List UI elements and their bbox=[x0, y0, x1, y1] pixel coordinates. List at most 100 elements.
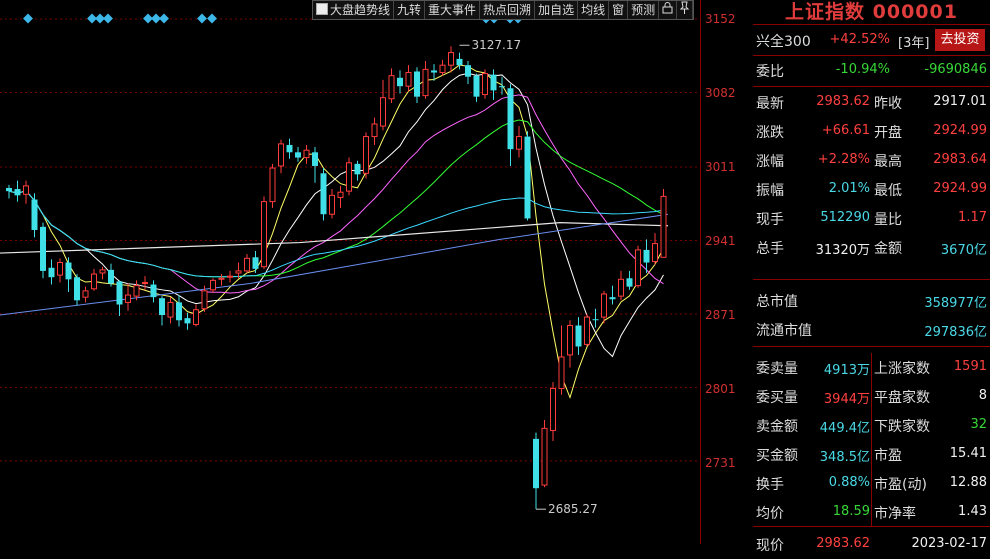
quote-value: 32 bbox=[970, 417, 987, 432]
chart-toolbar: 大盘趋势线 九转 重大事件 热点回溯 加自选 均线 窗 预测 bbox=[312, 0, 695, 20]
quote-label: 涨幅 bbox=[756, 154, 784, 170]
price-tick: 3082 bbox=[705, 86, 736, 100]
candle-body bbox=[184, 318, 191, 324]
candle-body bbox=[40, 226, 46, 271]
candle-body bbox=[286, 144, 293, 153]
quote-value: 4913万 bbox=[823, 363, 870, 378]
panel-divider bbox=[753, 86, 990, 87]
quote-value: 2917.01 bbox=[933, 94, 987, 109]
candle-body bbox=[116, 281, 123, 305]
toolbar-hot-review[interactable]: 热点回溯 bbox=[480, 1, 536, 19]
candle-body bbox=[142, 281, 148, 285]
quote-label: 总市值 bbox=[756, 294, 798, 310]
candle-body bbox=[660, 195, 667, 258]
toolbar-add-watchlist[interactable]: 加自选 bbox=[535, 1, 579, 19]
candle-body bbox=[312, 152, 318, 166]
candle-body bbox=[558, 356, 565, 389]
candle-body bbox=[626, 278, 633, 287]
quote-label: 买金额 bbox=[756, 448, 798, 464]
long-ma-line bbox=[0, 222, 669, 254]
quote-value: [3年] bbox=[898, 36, 930, 51]
candle-body bbox=[150, 284, 157, 298]
candle-body bbox=[269, 167, 276, 203]
candle-body bbox=[57, 262, 63, 276]
quote-row: 委比 -10.94% -9690846 bbox=[753, 56, 990, 85]
quote-value: 1.17 bbox=[958, 210, 987, 225]
candle-body bbox=[456, 58, 463, 66]
panel-divider bbox=[753, 526, 990, 527]
candlestick-chart[interactable]: 3127.17 2685.27 bbox=[0, 0, 700, 544]
price-tick: 2801 bbox=[705, 382, 736, 396]
quote-value: 12.88 bbox=[949, 475, 987, 490]
quote-value: 1591 bbox=[953, 359, 987, 374]
price-tick: 3011 bbox=[705, 160, 736, 174]
candle-body bbox=[303, 149, 310, 159]
candle-body bbox=[516, 136, 522, 150]
toolbar-trendline[interactable]: 大盘趋势线 bbox=[313, 1, 395, 19]
quote-label: 振幅 bbox=[756, 183, 784, 199]
chart-canvas[interactable]: 3127.17 2685.27 bbox=[0, 0, 700, 544]
toolbar-window[interactable]: 窗 bbox=[609, 1, 629, 19]
candle-body bbox=[652, 243, 658, 262]
quote-label: 开盘 bbox=[874, 125, 902, 141]
index-title: 上证指数 000001 bbox=[753, 0, 990, 25]
toolbar-major-events[interactable]: 重大事件 bbox=[425, 1, 481, 19]
quote-label: 均价 bbox=[756, 506, 784, 522]
candle-body bbox=[82, 290, 89, 298]
candle-body bbox=[422, 68, 429, 97]
quote-label: 涨跌 bbox=[756, 125, 784, 141]
quote-label: 委买量 bbox=[756, 390, 798, 406]
panel-divider bbox=[753, 55, 990, 56]
quote-label: 流通市值 bbox=[756, 323, 812, 339]
candle-body bbox=[91, 273, 97, 290]
pin-icon[interactable] bbox=[677, 1, 694, 19]
quote-value: 2.01% bbox=[828, 181, 870, 196]
toolbar-jiuzhuan[interactable]: 九转 bbox=[394, 1, 426, 19]
toolbar-forecast[interactable]: 预测 bbox=[628, 1, 660, 19]
panel-divider bbox=[753, 346, 990, 347]
invest-button[interactable]: 去投资 bbox=[935, 29, 985, 51]
candle-body bbox=[48, 267, 55, 278]
candle-body bbox=[193, 309, 199, 325]
candle-body bbox=[278, 143, 284, 167]
candle-body bbox=[227, 275, 233, 278]
quote-label: 昨收 bbox=[874, 96, 902, 112]
candle-body bbox=[439, 64, 446, 74]
quote-value: 8 bbox=[978, 388, 987, 403]
panel-divider bbox=[753, 279, 990, 280]
candle-body bbox=[6, 187, 12, 192]
candle-body bbox=[618, 278, 624, 297]
quote-label: 最低 bbox=[874, 183, 902, 199]
toolbar-moving-average[interactable]: 均线 bbox=[578, 1, 610, 19]
quote-value: 449.4亿 bbox=[819, 421, 870, 436]
quote-row: 涨跌 +66.61 开盘 2924.99 bbox=[753, 117, 990, 146]
candle-body bbox=[414, 71, 420, 97]
quote-value: 348.5亿 bbox=[819, 450, 870, 465]
quote-row: 总市值 358977亿 bbox=[753, 286, 990, 315]
quote-label: 市净率 bbox=[874, 506, 916, 522]
quote-value: 18.59 bbox=[832, 504, 870, 519]
price-tick: 2941 bbox=[705, 234, 736, 248]
candle-body bbox=[405, 72, 412, 87]
panel-column-divider bbox=[871, 353, 872, 526]
quote-label: 委卖量 bbox=[756, 361, 798, 377]
lock-icon[interactable] bbox=[659, 1, 678, 19]
quote-label: 下跌家数 bbox=[874, 419, 930, 435]
candle-body bbox=[337, 191, 344, 198]
quote-label: 现价 bbox=[756, 538, 784, 554]
candle-body bbox=[295, 152, 301, 158]
candle-body bbox=[431, 70, 437, 73]
candle-body bbox=[499, 86, 505, 88]
quote-value: 2983.62 bbox=[816, 94, 870, 109]
candle-body bbox=[210, 279, 216, 291]
candle-body bbox=[601, 293, 607, 318]
event-marker-icon bbox=[23, 13, 33, 24]
candle-body bbox=[108, 269, 114, 284]
price-tick: 2731 bbox=[705, 456, 736, 470]
quote-value: 2983.64 bbox=[933, 152, 987, 167]
quote-panel: 上证指数 000001 兴全300 +42.52% [3年] 去投资 委比 -10.94%… bbox=[753, 0, 990, 554]
quote-row: 涨幅 +2.28% 最高 2983.64 bbox=[753, 146, 990, 175]
quote-label: 委比 bbox=[756, 64, 784, 80]
quote-label: 总手 bbox=[756, 241, 784, 257]
price-tick: 3152 bbox=[705, 12, 736, 26]
